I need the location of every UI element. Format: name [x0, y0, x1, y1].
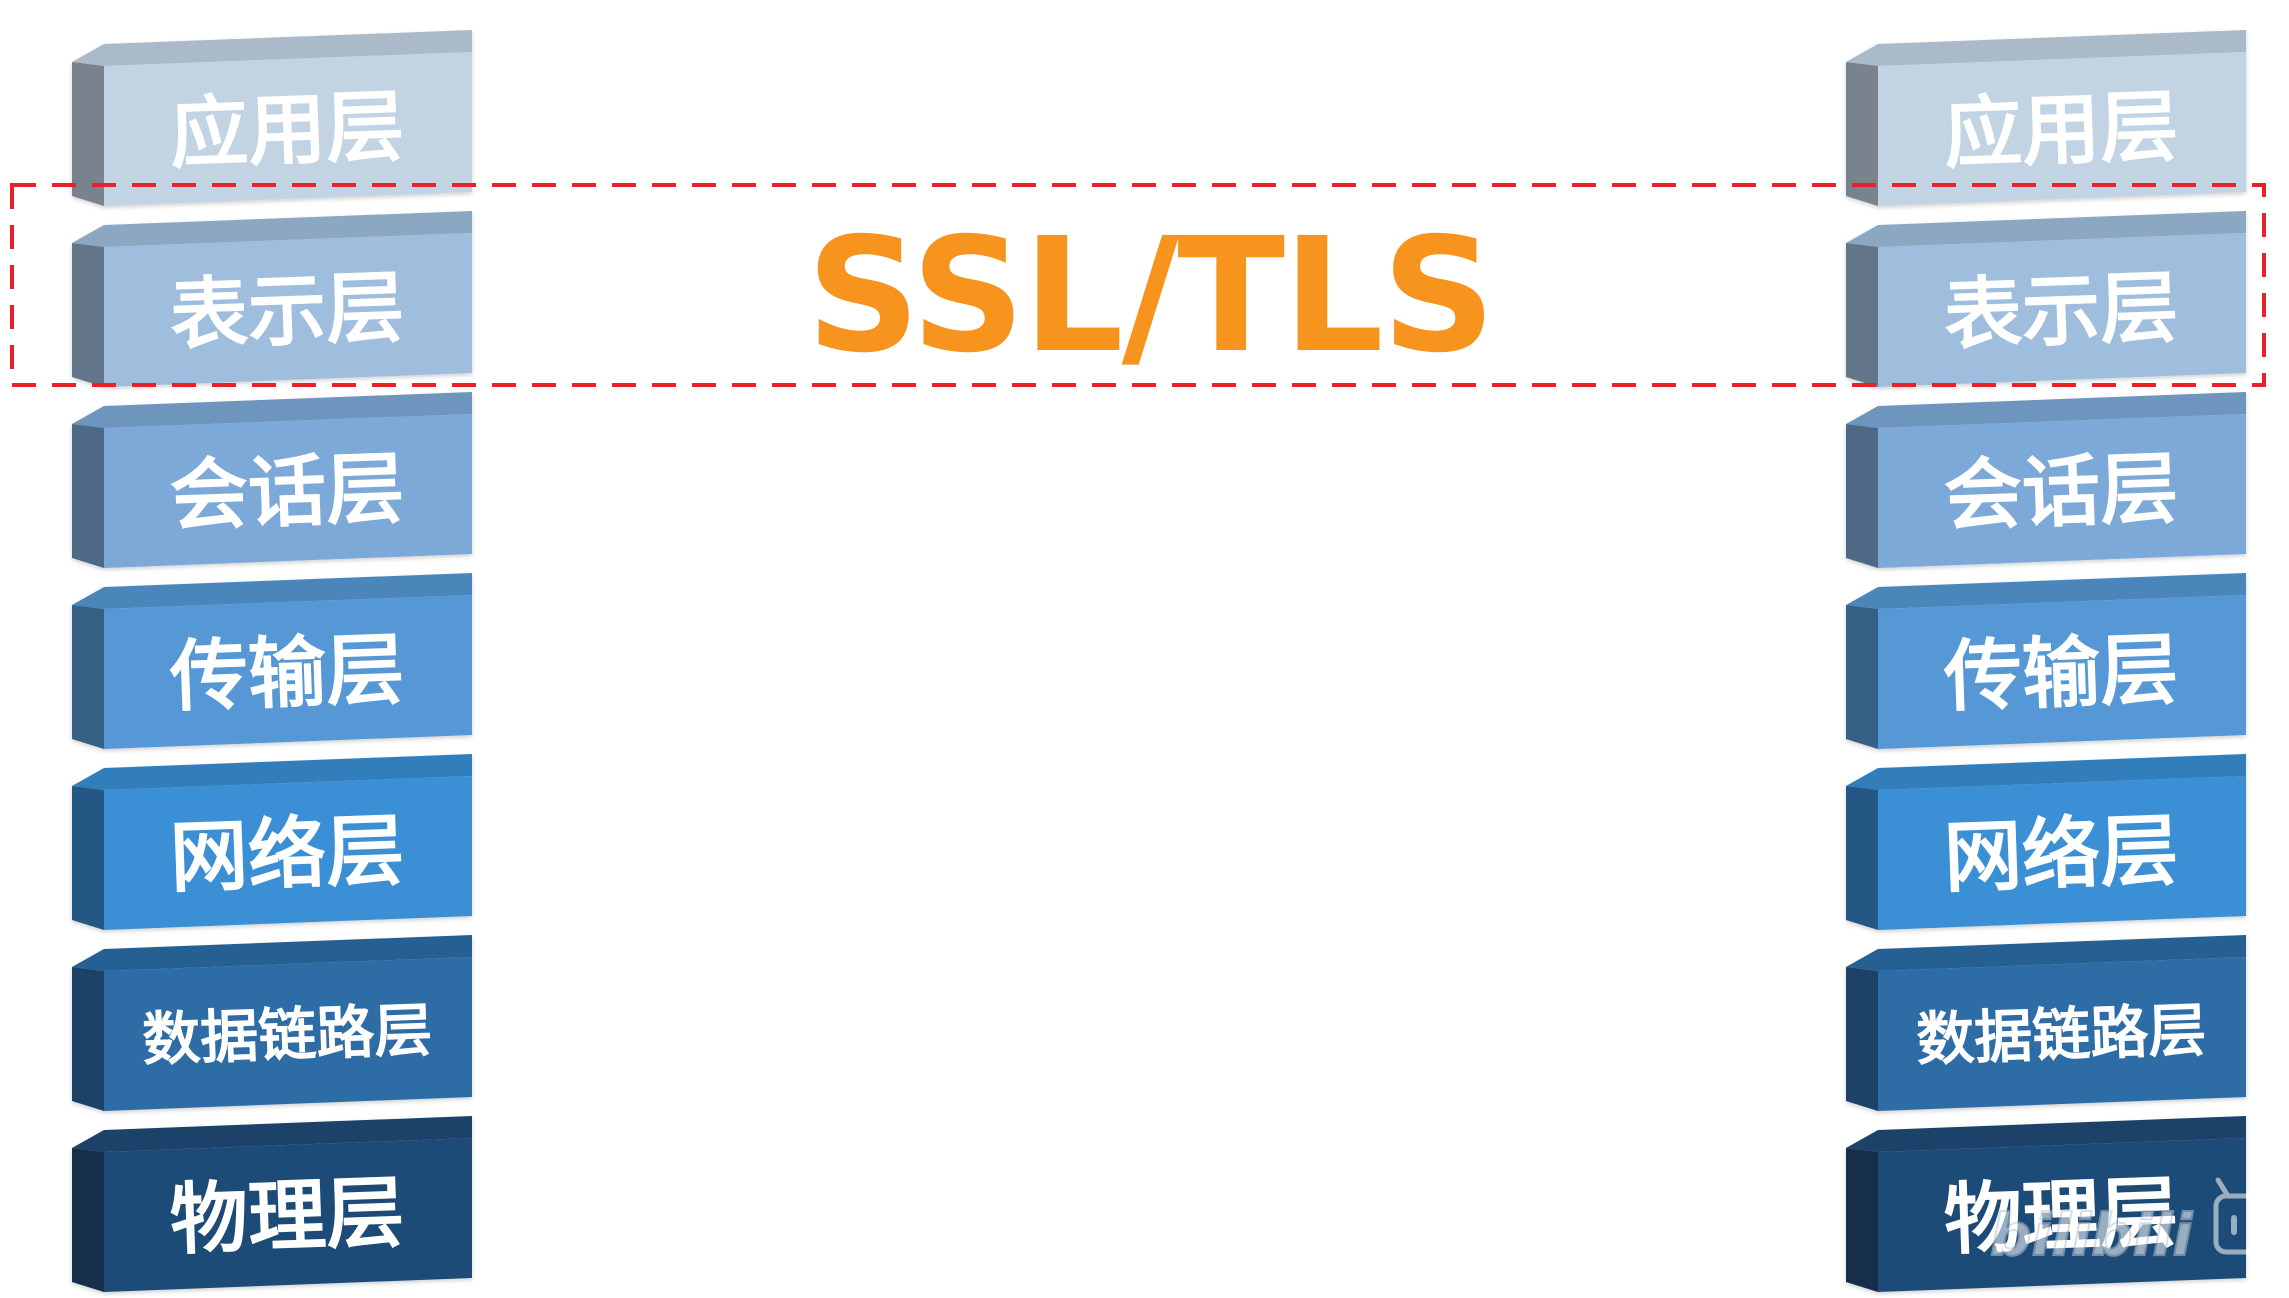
layer-label: 应用层: [1943, 82, 2180, 180]
osi-layer-2: 表示层: [1846, 211, 2246, 387]
left-osi-stack: 应用层表示层会话层传输层网络层数据链路层物理层: [72, 30, 472, 1292]
layer-label: 传输层: [168, 625, 406, 723]
osi-layer-2: 表示层: [72, 211, 472, 387]
right-osi-stack: 应用层表示层会话层传输层网络层数据链路层物理层: [1846, 30, 2246, 1292]
layer-side-face: [1846, 605, 1878, 749]
layer-label: 会话层: [169, 444, 406, 542]
layer-side-face: [1846, 967, 1878, 1111]
osi-layer-7: 物理层: [72, 1116, 472, 1292]
layer-side-face: [1846, 1148, 1878, 1292]
layer-label: 数据链路层: [1915, 996, 2207, 1074]
layer-side-face: [72, 967, 104, 1111]
layer-label: 数据链路层: [141, 996, 433, 1074]
layer-label: 应用层: [169, 82, 406, 180]
layer-label: 表示层: [1943, 263, 2180, 361]
layer-label: 网络层: [169, 806, 406, 904]
layer-side-face: [1846, 424, 1878, 568]
layer-label: 网络层: [1943, 806, 2180, 904]
layer-label: 传输层: [1942, 625, 2180, 723]
osi-layer-1: 应用层: [72, 30, 472, 206]
layer-side-face: [72, 424, 104, 568]
osi-layer-4: 传输层: [1846, 573, 2246, 749]
bilibili-watermark-text: bilibili: [1990, 1201, 2193, 1269]
layer-side-face: [1846, 786, 1878, 930]
protocol-label: SSL/TLS: [806, 204, 1493, 388]
osi-layer-3: 会话层: [1846, 392, 2246, 568]
layer-side-face: [72, 605, 104, 749]
osi-layer-5: 网络层: [1846, 754, 2246, 930]
layer-label: 物理层: [169, 1168, 406, 1266]
layer-side-face: [72, 1148, 104, 1292]
layer-side-face: [1846, 243, 1878, 387]
layer-side-face: [72, 243, 104, 387]
layer-label: 会话层: [1943, 444, 2180, 542]
osi-layer-5: 网络层: [72, 754, 472, 930]
layer-label: 表示层: [169, 263, 406, 361]
osi-layer-6: 数据链路层: [72, 935, 472, 1111]
osi-layer-6: 数据链路层: [1846, 935, 2246, 1111]
osi-layer-3: 会话层: [72, 392, 472, 568]
osi-layer-4: 传输层: [72, 573, 472, 749]
layer-side-face: [72, 786, 104, 930]
osi-layer-1: 应用层: [1846, 30, 2246, 206]
osi-model-diagram: 应用层表示层会话层传输层网络层数据链路层物理层 应用层表示层会话层传输层网络层数…: [10, 30, 2279, 1292]
